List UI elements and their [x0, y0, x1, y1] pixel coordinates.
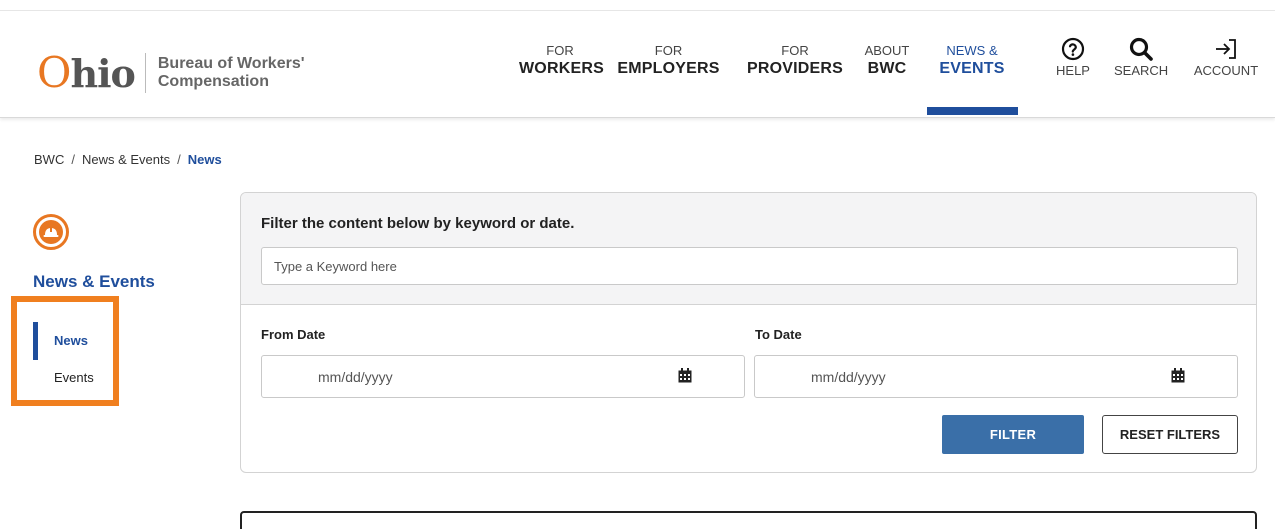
nav-for-workers[interactable]: FOR WORKERS — [519, 43, 604, 80]
to-date-label: To Date — [755, 327, 802, 342]
nav-big-label: EVENTS — [939, 60, 1005, 77]
calendar-icon[interactable] — [678, 368, 692, 383]
nav-news-events[interactable]: NEWS & EVENTS — [936, 43, 1008, 80]
breadcrumb-current: News — [187, 152, 222, 167]
filter-keyword-section: Filter the content below by keyword or d… — [241, 193, 1256, 305]
from-date-label: From Date — [261, 327, 326, 342]
search-label: SEARCH — [1114, 63, 1169, 78]
nav-small-label: NEWS & — [946, 43, 998, 58]
help-label: HELP — [1056, 63, 1090, 78]
help-link[interactable]: HELP — [1051, 33, 1095, 79]
filter-heading: Filter the content below by keyword or d… — [261, 215, 575, 232]
account-link[interactable]: ACCOUNT — [1191, 33, 1261, 79]
reset-filters-button[interactable]: RESET FILTERS — [1102, 415, 1238, 454]
from-date-placeholder: mm/dd/yyyy — [318, 368, 393, 385]
account-label: ACCOUNT — [1193, 63, 1259, 78]
breadcrumb-bwc[interactable]: BWC — [34, 152, 64, 167]
breadcrumb-news-events[interactable]: News & Events — [82, 152, 170, 167]
nav-for-providers[interactable]: FOR PROVIDERS — [745, 43, 845, 80]
nav-for-employers[interactable]: FOR EMPLOYERS — [612, 43, 725, 80]
nav-big-label: WORKERS — [519, 60, 604, 77]
nav-small-label: FOR — [654, 43, 683, 58]
hard-hat-icon — [33, 214, 69, 250]
search-icon — [1114, 33, 1168, 63]
site-header: Ohio Bureau of Workers' Compensation FOR… — [0, 11, 1275, 118]
active-item-indicator — [33, 322, 38, 360]
nav-small-label: FOR — [546, 43, 574, 58]
nav-small-label: FOR — [781, 43, 809, 58]
filter-panel: Filter the content below by keyword or d… — [240, 192, 1257, 473]
keyword-input[interactable] — [261, 247, 1238, 285]
breadcrumb-separator: / — [177, 152, 181, 167]
breadcrumb: BWC / News & Events / News — [34, 152, 222, 167]
nav-big-label: PROVIDERS — [746, 60, 844, 77]
to-date-placeholder: mm/dd/yyyy — [811, 368, 886, 385]
filter-button[interactable]: FILTER — [942, 415, 1084, 454]
from-date-input[interactable]: mm/dd/yyyy — [261, 355, 745, 398]
nav-small-label: ABOUT — [864, 43, 910, 58]
highlight-box — [11, 296, 119, 406]
help-icon — [1051, 33, 1095, 63]
nav-big-label: BWC — [867, 60, 907, 77]
search-link[interactable]: SEARCH — [1114, 33, 1168, 79]
sign-in-icon — [1191, 33, 1261, 63]
nav-big-label: EMPLOYERS — [617, 60, 720, 77]
sidebar-item-news[interactable]: News — [54, 333, 88, 348]
nav-about-bwc[interactable]: ABOUT BWC — [862, 43, 912, 80]
active-nav-indicator — [927, 107, 1018, 115]
main-nav: FOR WORKERS FOR EMPLOYERS FOR PROVIDERS … — [0, 11, 1275, 118]
sidebar-title: News & Events — [33, 272, 155, 291]
calendar-icon[interactable] — [1171, 368, 1185, 383]
breadcrumb-separator: / — [71, 152, 75, 167]
results-container — [240, 511, 1257, 529]
to-date-input[interactable]: mm/dd/yyyy — [754, 355, 1238, 398]
sidebar-item-events[interactable]: Events — [54, 370, 94, 385]
